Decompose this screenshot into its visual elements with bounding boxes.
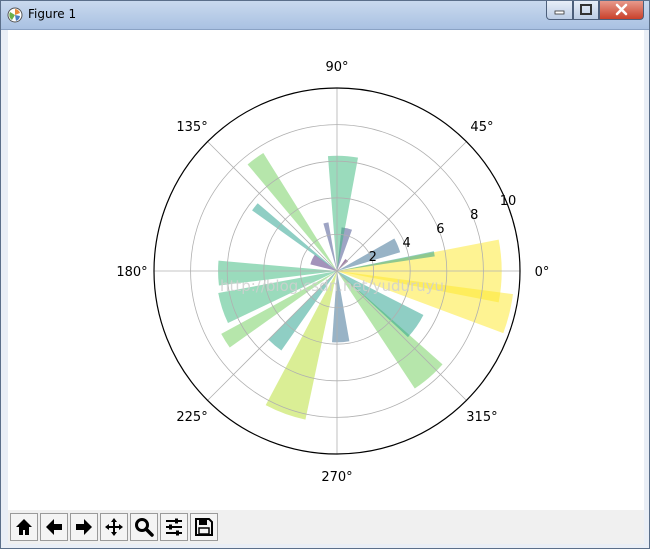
pan-button[interactable] <box>100 513 128 541</box>
save-button[interactable] <box>190 513 218 541</box>
home-icon <box>16 519 32 535</box>
radial-tick-label: 4 <box>402 236 410 251</box>
radial-tick-label: 2 <box>369 250 377 265</box>
angle-tick-label: 225° <box>176 410 207 425</box>
configure-subplots-button[interactable] <box>160 513 188 541</box>
angle-tick-label: 135° <box>176 120 207 135</box>
angle-tick-label: 90° <box>325 60 348 75</box>
angular-gridline <box>207 141 338 272</box>
close-button[interactable] <box>599 1 644 20</box>
window-title: Figure 1 <box>28 7 77 21</box>
minimize-icon <box>554 10 565 15</box>
zoom-button[interactable] <box>130 513 158 541</box>
home-button[interactable] <box>10 513 38 541</box>
magnifier-icon <box>135 518 154 537</box>
watermark-text: http://blog.csdn.net/yuduruyu <box>220 277 444 295</box>
angle-tick-label: 0° <box>535 265 550 280</box>
minimize-button[interactable] <box>546 1 573 20</box>
angle-tick-label: 315° <box>466 410 497 425</box>
radial-tick-label: 8 <box>470 208 478 223</box>
polar-bar-chart[interactable]: 2468100°45°90°135°180°225°270°315°http:/… <box>8 30 644 510</box>
figure-canvas[interactable]: 2 4 6 8 10 0° 45° 90° 135° 180° 225° 270° 315° http:/… <box>8 30 644 510</box>
arrow-left-icon <box>46 519 62 535</box>
move-icon <box>105 518 123 536</box>
forward-button[interactable] <box>70 513 98 541</box>
angle-tick-label: 45° <box>470 120 493 135</box>
radial-tick-label: 6 <box>436 222 444 237</box>
title-bar[interactable]: Figure 1 <box>1 1 649 30</box>
back-button[interactable] <box>40 513 68 541</box>
close-icon <box>615 3 628 16</box>
floppy-disk-icon <box>195 518 213 536</box>
angle-tick-label: 270° <box>321 470 352 485</box>
maximize-button[interactable] <box>573 1 599 20</box>
sliders-icon <box>166 518 182 536</box>
figure-window: Figure 1 2 4 6 8 10 0° 45° 90° 135° 180° 225° 270° 3… <box>0 0 650 549</box>
arrow-right-icon <box>76 519 92 535</box>
angle-tick-label: 180° <box>116 265 147 280</box>
maximize-icon <box>580 4 592 15</box>
matplotlib-logo-icon <box>7 7 23 23</box>
navigation-toolbar <box>8 510 644 544</box>
